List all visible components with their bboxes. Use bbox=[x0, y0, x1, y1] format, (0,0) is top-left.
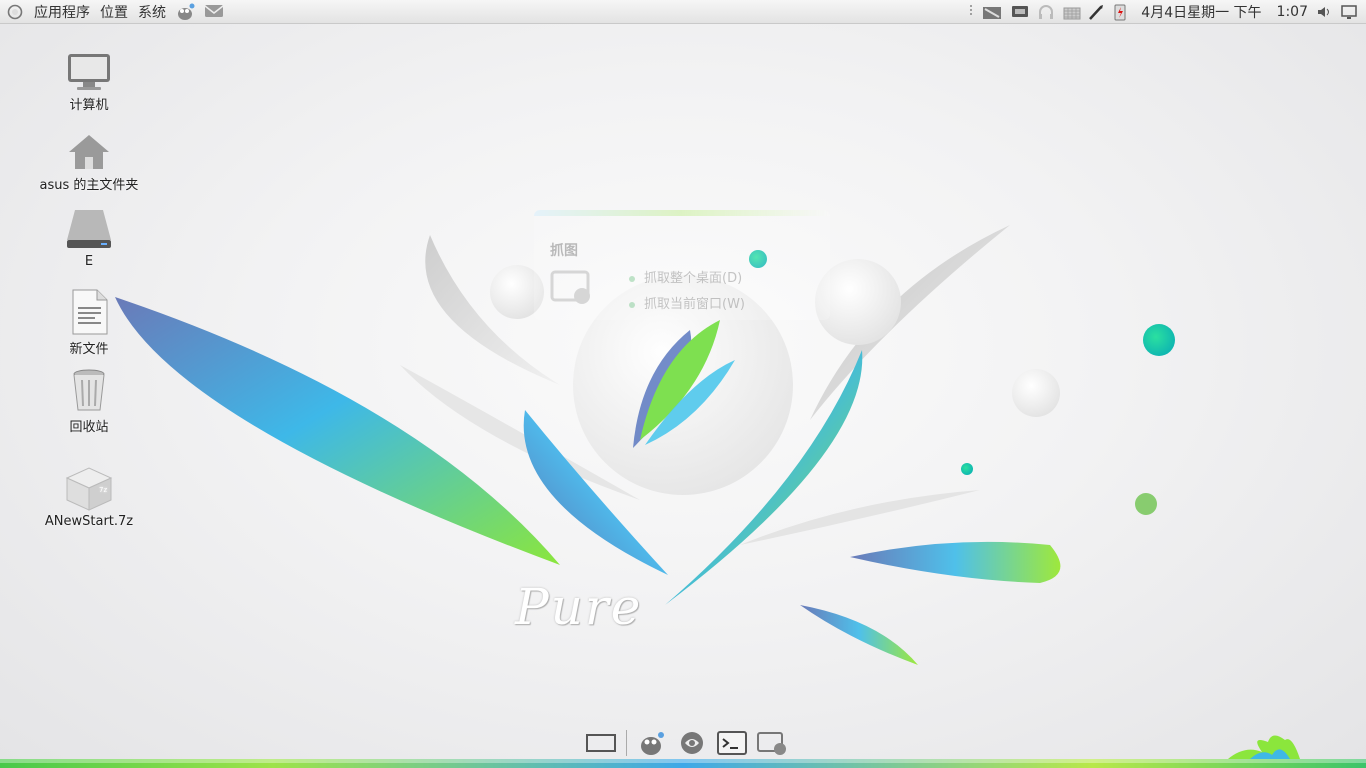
desktop-icon-archive[interactable]: 7z ANewStart.7z bbox=[34, 466, 144, 529]
bottom-gloss bbox=[0, 759, 1366, 763]
settings-launcher[interactable] bbox=[675, 727, 709, 759]
desktop-icon-label: E bbox=[84, 254, 94, 269]
drive-icon bbox=[67, 210, 111, 248]
grip-icon bbox=[968, 3, 974, 21]
gimp-icon bbox=[641, 732, 664, 755]
display-icon[interactable] bbox=[1010, 3, 1030, 21]
menu-applications[interactable]: 应用程序 bbox=[34, 2, 90, 22]
home-folder-icon bbox=[69, 135, 109, 169]
screenshot-dialog: 抓图 抓取整个桌面(D) 抓取当前窗口(W) bbox=[534, 210, 830, 320]
desktop-icon-drive[interactable]: E bbox=[34, 208, 144, 269]
svg-text:7z: 7z bbox=[99, 486, 107, 494]
volume-icon[interactable] bbox=[1315, 3, 1333, 21]
desktop-icon-label: 回收站 bbox=[69, 420, 109, 435]
gimp-icon[interactable] bbox=[176, 3, 195, 21]
computer-icon bbox=[68, 54, 110, 90]
show-desktop-button[interactable] bbox=[584, 727, 618, 759]
desktop-icon-trash[interactable]: 回收站 bbox=[34, 366, 144, 435]
datetime-label[interactable]: 4月4日星期一 下午 bbox=[1141, 2, 1261, 22]
desktop-icon-label: 新文件 bbox=[69, 342, 109, 357]
ubuntu-logo-icon[interactable] bbox=[6, 3, 24, 21]
document-icon bbox=[72, 289, 108, 335]
dock-separator bbox=[626, 730, 627, 756]
desktop-icon-new-file[interactable]: 新文件 bbox=[34, 288, 144, 357]
menu-places[interactable]: 位置 bbox=[100, 2, 128, 22]
screenshot-icon bbox=[757, 732, 786, 755]
screenshot-launcher[interactable] bbox=[755, 727, 789, 759]
keyboard-icon[interactable] bbox=[1062, 3, 1081, 21]
screenshot-dialog-title: 抓图 bbox=[550, 243, 578, 259]
desktop-icon-home[interactable]: asus 的主文件夹 bbox=[34, 132, 144, 193]
gimp-launcher[interactable] bbox=[635, 727, 669, 759]
wallpaper bbox=[115, 225, 1300, 759]
mail-icon[interactable] bbox=[204, 3, 224, 21]
menu-system[interactable]: 系统 bbox=[138, 2, 166, 22]
monitor-icon[interactable] bbox=[1340, 3, 1358, 21]
settings-icon bbox=[681, 732, 703, 754]
trash-icon bbox=[73, 369, 105, 411]
option-capture-desktop[interactable]: 抓取整个桌面(D) bbox=[629, 267, 742, 286]
clock-label[interactable]: 1:07 bbox=[1277, 4, 1308, 20]
battery-icon[interactable] bbox=[1112, 3, 1130, 21]
network-icon[interactable] bbox=[981, 3, 1003, 21]
option-capture-window[interactable]: 抓取当前窗口(W) bbox=[629, 293, 745, 312]
top-panel: 应用程序 位置 系统 4月4日星期一 下午 1:07 bbox=[0, 0, 1366, 24]
desktop-icon-label: 计算机 bbox=[69, 98, 109, 113]
wallpaper-brand: Pure bbox=[515, 578, 643, 636]
terminal-launcher[interactable] bbox=[715, 727, 749, 759]
pen-icon[interactable] bbox=[1087, 3, 1105, 21]
headphones-icon[interactable] bbox=[1037, 3, 1055, 21]
desktop-icon-label: asus 的主文件夹 bbox=[39, 178, 139, 193]
archive-icon: 7z bbox=[65, 467, 113, 511]
desktop-icon-label: ANewStart.7z bbox=[44, 514, 134, 529]
screenshot-icon bbox=[550, 268, 594, 312]
desktop-icon-computer[interactable]: 计算机 bbox=[34, 52, 144, 113]
dock bbox=[584, 726, 789, 760]
show-desktop-icon bbox=[586, 734, 616, 752]
terminal-icon bbox=[717, 731, 747, 755]
